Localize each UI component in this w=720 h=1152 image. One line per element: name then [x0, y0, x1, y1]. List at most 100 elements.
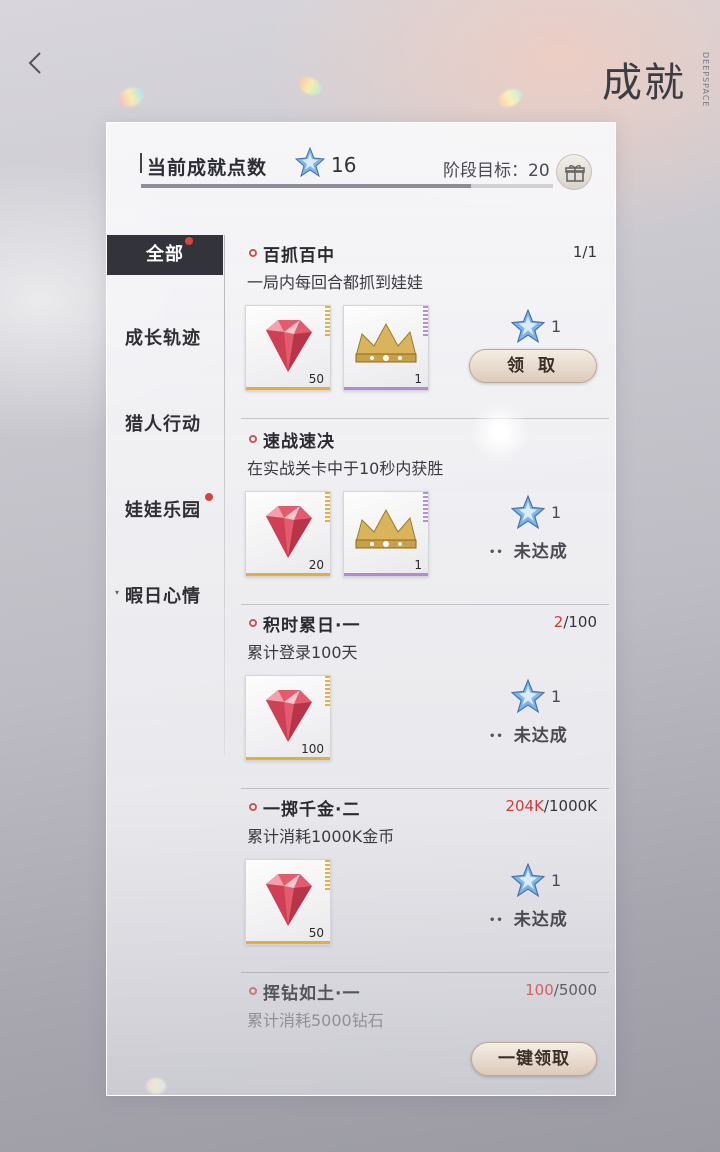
- caret-icon: ▾: [115, 588, 121, 597]
- reward-item[interactable]: 100: [245, 675, 331, 761]
- rarity-marker: [325, 492, 330, 522]
- achievement-progress: 2/100: [553, 613, 597, 631]
- achievement-points: 1: [551, 871, 562, 890]
- page-title: 成就: [602, 60, 686, 106]
- gem-icon: [266, 506, 312, 558]
- tab-label: 成长轨迹: [125, 328, 201, 349]
- achievement-title: 挥钻如土·一: [263, 984, 361, 1004]
- reward-item[interactable]: 1: [343, 491, 429, 577]
- achievement-card: 一掷千金·二 204K/1000K 累计消耗1000K金币 50 1 •• 未达…: [241, 789, 609, 973]
- achievement-description: 在实战关卡中于10秒内获胜: [247, 459, 444, 478]
- gift-icon: [565, 165, 585, 182]
- achievement-description: 累计消耗5000钻石: [247, 1011, 384, 1030]
- rarity-bar: [246, 757, 330, 760]
- light-flare-decoration: [470, 402, 530, 462]
- category-tabs: 全部 成长轨迹 猎人行动 娃娃乐园 ▾ 暇日心情: [107, 235, 223, 755]
- reward-item[interactable]: 20: [245, 491, 331, 577]
- status-label: •• 未达成: [489, 910, 568, 930]
- brand-watermark: DEEPSPACE: [701, 52, 710, 108]
- achievement-card: 积时累日·一 2/100 累计登录100天 100 1 •• 未达成: [241, 605, 609, 789]
- stage-reward-button[interactable]: [556, 154, 592, 190]
- notification-dot: [205, 493, 213, 501]
- star-icon: [511, 863, 545, 897]
- star-icon: [295, 147, 325, 177]
- tab-leisure[interactable]: ▾ 暇日心情: [107, 577, 223, 617]
- sparkle-decoration: [295, 73, 325, 99]
- claim-button[interactable]: 领 取: [469, 349, 597, 383]
- crown-icon: [355, 508, 417, 549]
- rarity-bar: [344, 573, 428, 576]
- status-label: •• 未达成: [489, 726, 568, 746]
- reward-quantity: 1: [414, 558, 422, 572]
- chevron-left-icon: [28, 52, 41, 74]
- reward-quantity: 50: [308, 926, 324, 940]
- achievement-description: 一局内每回合都抓到娃娃: [247, 273, 424, 292]
- star-icon: [511, 679, 545, 713]
- crown-icon: [355, 322, 417, 363]
- achievement-points: 1: [551, 317, 562, 336]
- points-value: 16: [331, 153, 357, 177]
- reward-quantity: 50: [308, 372, 324, 386]
- reward-quantity: 1: [414, 372, 422, 386]
- achievement-points: 1: [551, 503, 562, 522]
- achievement-card: 速战速决 在实战关卡中于10秒内获胜 20 1 1 •• 未达成: [241, 421, 609, 605]
- gem-icon: [266, 874, 312, 926]
- rarity-marker: [423, 492, 428, 522]
- star-icon: [511, 495, 545, 529]
- reward-item[interactable]: 50: [245, 305, 331, 391]
- achievement-progress: 1/1: [572, 243, 597, 261]
- achievement-description: 累计消耗1000K金币: [247, 827, 395, 846]
- rarity-marker: [325, 306, 330, 336]
- tab-all[interactable]: 全部: [107, 235, 223, 275]
- rarity-bar: [246, 573, 330, 576]
- tab-label: 娃娃乐园: [125, 500, 201, 521]
- stage-goal: 阶段目标：20: [443, 161, 550, 181]
- gem-icon: [266, 690, 312, 742]
- rarity-bar: [246, 387, 330, 390]
- tab-hunter[interactable]: 猎人行动: [107, 405, 223, 445]
- achievement-list[interactable]: 百抓百中 1/1 一局内每回合都抓到娃娃 50 1 1 领 取 速战速决 在实战…: [225, 235, 617, 1035]
- achievement-progress: 100/5000: [525, 981, 597, 999]
- achievement-title: 一掷千金·二: [263, 800, 361, 820]
- bullet-icon: [249, 803, 257, 811]
- rarity-bar: [344, 387, 428, 390]
- gem-icon: [266, 320, 312, 372]
- rarity-marker: [423, 306, 428, 336]
- achievement-card: 挥钻如土·一 100/5000 累计消耗5000钻石: [241, 973, 609, 1043]
- achievement-description: 累计登录100天: [247, 643, 358, 662]
- achievement-title: 积时累日·一: [263, 616, 361, 636]
- bullet-icon: [249, 435, 257, 443]
- stage-progress-bar: [141, 184, 553, 188]
- tab-growth[interactable]: 成长轨迹: [107, 319, 223, 359]
- tab-label: 暇日心情: [125, 586, 201, 607]
- reward-item[interactable]: 50: [245, 859, 331, 945]
- notification-dot: [185, 237, 193, 245]
- divider: [241, 418, 609, 419]
- bullet-icon: [249, 249, 257, 257]
- rarity-marker: [325, 676, 330, 706]
- status-label: •• 未达成: [489, 542, 568, 562]
- achievement-progress: 204K/1000K: [505, 797, 597, 815]
- reward-item[interactable]: 1: [343, 305, 429, 391]
- achievement-title: 百抓百中: [263, 246, 335, 266]
- stage-progress-fill: [141, 184, 471, 188]
- tab-label: 全部: [146, 244, 184, 265]
- claim-all-button[interactable]: 一键领取: [471, 1042, 597, 1076]
- sparkle-decoration: [495, 85, 525, 111]
- bullet-icon: [249, 987, 257, 995]
- tab-doll-park[interactable]: 娃娃乐园: [107, 491, 223, 531]
- rarity-bar: [246, 941, 330, 944]
- rarity-marker: [325, 860, 330, 890]
- achievement-card: 百抓百中 1/1 一局内每回合都抓到娃娃 50 1 1 领 取: [241, 235, 609, 419]
- header-accent-bar: [140, 153, 142, 173]
- star-icon: [511, 309, 545, 343]
- summary-header: 当前成就点数 16 阶段目标：20: [107, 123, 615, 213]
- tab-label: 猎人行动: [125, 414, 201, 435]
- achievement-points: 1: [551, 687, 562, 706]
- reward-quantity: 100: [301, 742, 324, 756]
- achievement-title: 速战速决: [263, 432, 335, 452]
- bullet-icon: [249, 619, 257, 627]
- sparkle-decoration: [115, 84, 147, 110]
- points-label: 当前成就点数: [147, 157, 268, 179]
- back-button[interactable]: [22, 48, 52, 78]
